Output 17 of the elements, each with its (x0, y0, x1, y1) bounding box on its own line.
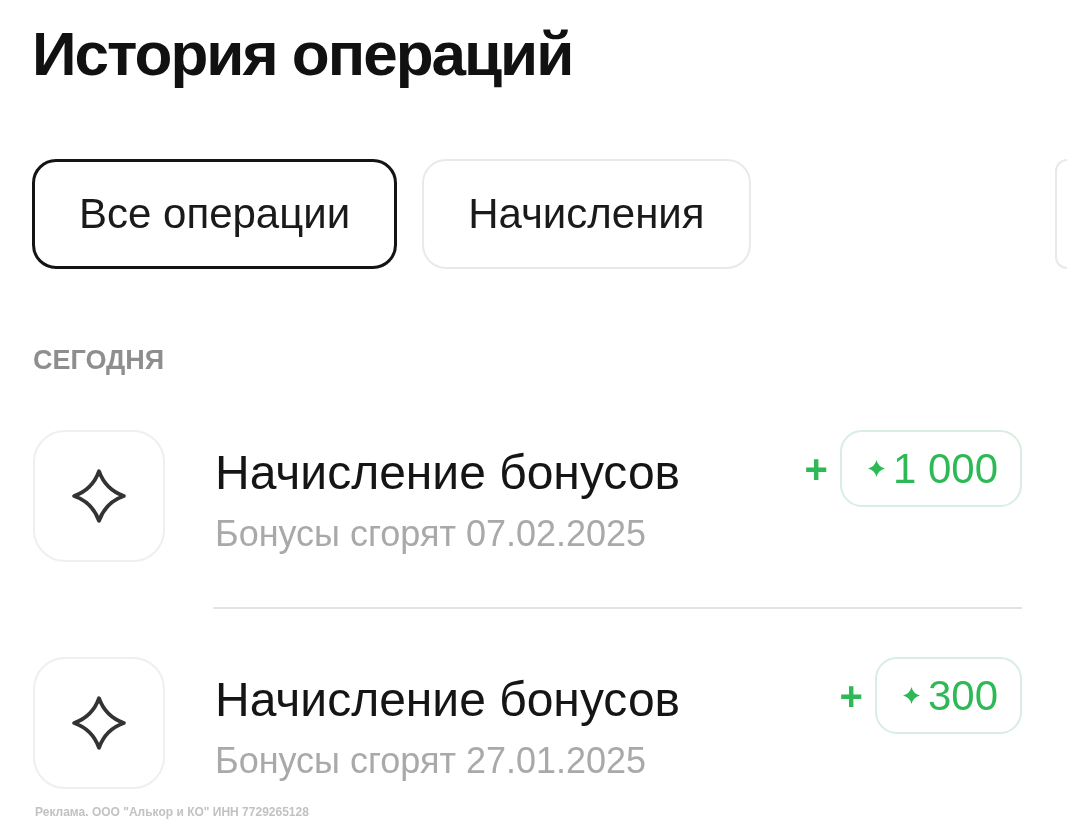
expiry-date-text: Бонусы сгорят 27.01.2025 (215, 738, 647, 782)
amount-text: 300 (927, 674, 998, 717)
sparkle-icon (33, 430, 165, 563)
page-title: История операций (32, 20, 573, 89)
sparkle-icon (902, 687, 920, 705)
ad-disclosure-text: Реклама. ООО "Алькор и КО" ИНН 7729265128 (35, 805, 309, 820)
filter-tab[interactable]: Все операции (32, 159, 398, 270)
sparkle-icon (867, 460, 885, 478)
plus-sign: + (804, 448, 828, 489)
operation-title: Начисление бонусов (215, 672, 681, 729)
filter-tab[interactable]: Начисления (422, 159, 751, 270)
plus-sign: + (839, 675, 863, 716)
sparkle-icon (33, 657, 165, 790)
expiry-date-text: Бонусы сгорят 07.02.2025 (215, 511, 647, 555)
amount-text: 1 000 (892, 447, 998, 490)
section-heading: СЕГОДНЯ (33, 345, 165, 377)
operation-title: Начисление бонусов (215, 445, 681, 502)
